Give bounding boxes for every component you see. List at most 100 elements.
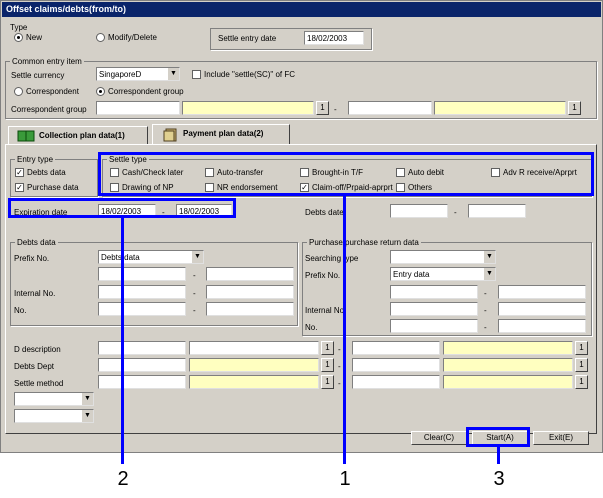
range-dash: - xyxy=(193,271,196,280)
searching-type-select[interactable]: ▼ xyxy=(390,250,496,264)
purchase-internal-label: Internal No. xyxy=(305,306,347,315)
callout-number-1: 1 xyxy=(339,468,351,490)
debts-prefix-select[interactable]: Debts data ▼ xyxy=(98,250,204,264)
debts-no-from-input[interactable] xyxy=(98,302,186,316)
settle-currency-value: SingaporeD xyxy=(99,70,142,79)
settle-entry-label: Settle entry date xyxy=(218,34,277,43)
debts-dept-label: Debts Dept xyxy=(14,362,55,371)
d-description-to-name xyxy=(443,341,573,355)
chevron-down-icon[interactable]: ▼ xyxy=(167,68,179,80)
range-dash: - xyxy=(334,105,337,114)
purchase-prefix-from-input[interactable] xyxy=(390,285,478,299)
range-dash: - xyxy=(454,208,457,217)
debts-prefix-label: Prefix No. xyxy=(14,254,50,263)
debts-no-to-input[interactable] xyxy=(206,302,294,316)
callout-line-1 xyxy=(343,196,346,464)
debts-internal-label: Internal No. xyxy=(14,289,56,298)
debts-prefix-from-input[interactable] xyxy=(98,267,186,281)
purchase-return-title: Purchase/purchase return data xyxy=(307,237,421,248)
debts-date-from-input[interactable] xyxy=(390,204,448,218)
d-description-from-name xyxy=(189,341,319,355)
range-dash: - xyxy=(484,306,487,315)
range-dash: - xyxy=(338,345,341,354)
debts-date-to-input[interactable] xyxy=(468,204,526,218)
settle-method-to-lookup-button[interactable]: 1 xyxy=(575,375,588,389)
correspondent-group-from-lookup-button[interactable]: 1 xyxy=(316,101,329,115)
common-entry-title: Common entry item xyxy=(10,56,84,67)
debts-data-title: Debts data xyxy=(15,237,58,248)
chevron-down-icon[interactable]: ▼ xyxy=(81,393,93,405)
new-radio[interactable] xyxy=(14,33,23,42)
d-description-to-lookup-button[interactable]: 1 xyxy=(575,341,588,355)
correspondent-group-to-code[interactable] xyxy=(348,101,432,115)
purchase-data-checkbox[interactable]: ✓ xyxy=(15,183,24,192)
callout-box-start-button xyxy=(466,427,530,447)
debts-dept-from-lookup-button[interactable]: 1 xyxy=(321,358,334,372)
range-dash: - xyxy=(338,362,341,371)
debts-dept-to-lookup-button[interactable]: 1 xyxy=(575,358,588,372)
settle-entry-date-input[interactable]: 18/02/2003 xyxy=(304,31,364,45)
range-dash: - xyxy=(338,379,341,388)
purchase-no-from-input[interactable] xyxy=(390,319,478,333)
correspondent-group-to-name xyxy=(434,101,566,115)
debts-dept-to-code[interactable] xyxy=(352,358,440,372)
settle-method-to-code[interactable] xyxy=(352,375,440,389)
purchase-no-to-input[interactable] xyxy=(498,319,586,333)
purchase-prefix-to-input[interactable] xyxy=(498,285,586,299)
tab-payment-plan[interactable]: Payment plan data(2) xyxy=(152,124,290,145)
callout-box-settle-type xyxy=(98,152,594,196)
purchase-internal-to-input[interactable] xyxy=(498,302,586,316)
extra-select-1[interactable]: ▼ xyxy=(14,392,94,406)
settle-currency-label: Settle currency xyxy=(11,71,65,80)
d-description-from-lookup-button[interactable]: 1 xyxy=(321,341,334,355)
chevron-down-icon[interactable]: ▼ xyxy=(483,251,495,263)
d-description-to-code[interactable] xyxy=(352,341,440,355)
correspondent-group-from-name xyxy=(182,101,314,115)
callout-number-3: 3 xyxy=(493,468,505,490)
clear-button[interactable]: Clear(C) xyxy=(411,431,467,445)
debts-prefix-to-input[interactable] xyxy=(206,267,294,281)
debts-dept-from-code[interactable] xyxy=(98,358,186,372)
correspondent-group-radio[interactable] xyxy=(96,87,105,96)
settle-currency-select[interactable]: SingaporeD ▼ xyxy=(96,67,180,81)
exit-button[interactable]: Exit(E) xyxy=(533,431,589,445)
correspondent-group-from-code[interactable] xyxy=(96,101,180,115)
tab-payment-label: Payment plan data(2) xyxy=(183,129,264,138)
purchase-prefix-value: Entry data xyxy=(393,270,430,279)
modify-delete-radio[interactable] xyxy=(96,33,105,42)
settle-method-from-name xyxy=(189,375,319,389)
correspondent-radio[interactable] xyxy=(14,87,23,96)
include-fc-checkbox[interactable] xyxy=(192,70,201,79)
debts-internal-from-input[interactable] xyxy=(98,285,186,299)
settle-method-from-lookup-button[interactable]: 1 xyxy=(321,375,334,389)
debts-internal-to-input[interactable] xyxy=(206,285,294,299)
debts-data-checkbox[interactable]: ✓ xyxy=(15,168,24,177)
window-title: Offset claims/debts(from/to) xyxy=(2,2,601,17)
callout-line-2 xyxy=(121,218,124,464)
purchase-data-label: Purchase data xyxy=(27,183,79,192)
correspondent-group-radio-label: Correspondent group xyxy=(108,87,184,96)
type-group-title: Type xyxy=(10,23,28,32)
extra-select-2[interactable]: ▼ xyxy=(14,409,94,423)
searching-type-label: Searching type xyxy=(305,254,359,263)
purchase-internal-from-input[interactable] xyxy=(390,302,478,316)
tab-collection-plan[interactable]: Collection plan data(1) xyxy=(8,126,148,144)
chevron-down-icon[interactable]: ▼ xyxy=(191,251,203,263)
callout-box-expiration-date xyxy=(8,198,236,218)
debts-data-label: Debts data xyxy=(27,168,66,177)
range-dash: - xyxy=(193,306,196,315)
chevron-down-icon[interactable]: ▼ xyxy=(81,410,93,422)
d-description-label: D description xyxy=(14,345,61,354)
purchase-prefix-select[interactable]: Entry data ▼ xyxy=(390,267,496,281)
correspondent-group-label: Correspondent group xyxy=(11,105,87,114)
correspondent-group-to-lookup-button[interactable]: 1 xyxy=(568,101,581,115)
new-label: New xyxy=(26,33,43,42)
chevron-down-icon[interactable]: ▼ xyxy=(483,268,495,280)
book-icon xyxy=(17,130,35,142)
callout-number-2: 2 xyxy=(117,468,129,490)
entry-type-title: Entry type xyxy=(15,154,56,165)
settle-method-from-code[interactable] xyxy=(98,375,186,389)
range-dash: - xyxy=(484,289,487,298)
d-description-from-code[interactable] xyxy=(98,341,186,355)
range-dash: - xyxy=(193,289,196,298)
